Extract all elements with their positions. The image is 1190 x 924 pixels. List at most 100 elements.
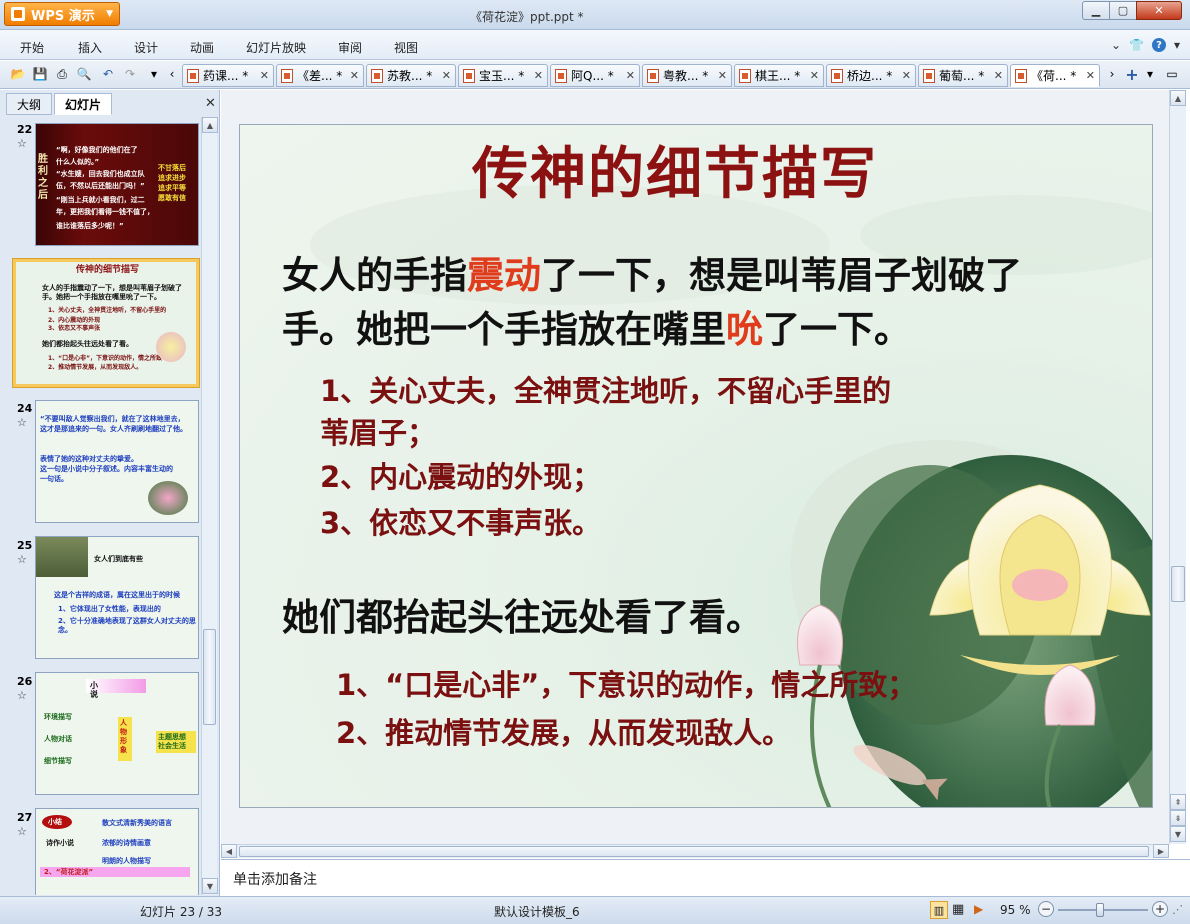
ppt-file-icon (923, 68, 935, 83)
chevron-down-icon[interactable]: ▾ (1142, 66, 1158, 82)
close-tab-icon[interactable]: ✕ (714, 69, 727, 82)
tab-doc-8[interactable]: 桥边... * ✕ (826, 64, 916, 87)
slide-thumbnail-27[interactable]: 小结 散文式清新秀美的语言 浓郁的诗情画意 明朗的人物描写 诗作小说 2、“荷花… (35, 808, 199, 895)
normal-view-icon[interactable]: ▥ (930, 901, 948, 919)
menu-view[interactable]: 视图 (394, 39, 418, 56)
list-item: 2、内心震动的外现； (320, 460, 602, 494)
scroll-up-icon[interactable]: ▲ (202, 117, 218, 133)
slide-thumbnail-25[interactable]: 女人们到底有些 这是个吉祥的成语，属在这里出于的时候 1、它体现出了女性能，表现… (35, 536, 199, 659)
list-item: 2、推动情节发展，从而发现敌人。 (336, 716, 792, 750)
slideshow-icon[interactable]: ▶ (974, 902, 983, 916)
tab-doc-3[interactable]: 苏教... * ✕ (366, 64, 456, 87)
panel-tabs: 大纲 幻灯片 (6, 93, 114, 115)
tab-outline[interactable]: 大纲 (6, 93, 53, 115)
toolbar-options-icon[interactable]: ▾ (146, 66, 162, 82)
ppt-file-icon (281, 68, 293, 83)
new-tab-icon[interactable]: + (1124, 65, 1140, 84)
menu-design[interactable]: 设计 (134, 39, 158, 56)
close-window-button[interactable]: ✕ (1136, 1, 1182, 20)
skin-icon[interactable]: 👕 (1129, 38, 1144, 52)
app-name: WPS 演示 (31, 8, 95, 24)
scroll-left-icon[interactable]: ◀ (221, 844, 237, 858)
menu-animation[interactable]: 动画 (190, 39, 214, 56)
print-preview-icon[interactable]: 🔍 (76, 66, 92, 82)
tab-doc-7[interactable]: 棋王... * ✕ (734, 64, 824, 87)
scroll-down-icon[interactable]: ▼ (202, 878, 218, 894)
menu-slideshow[interactable]: 幻灯片放映 (246, 39, 306, 56)
zoom-in-icon[interactable]: + (1152, 901, 1168, 917)
ppt-file-icon (555, 68, 567, 83)
zoom-level: 95 % (1000, 903, 1031, 917)
animation-star-icon: ☆ (17, 825, 27, 838)
wps-logo-icon (11, 7, 25, 21)
scroll-down-icon[interactable]: ⇟ (1170, 810, 1186, 826)
vertical-scrollbar[interactable]: ▲ ⇞ ⇟ ▼ (1169, 90, 1186, 844)
close-tab-icon[interactable]: ✕ (256, 69, 269, 82)
close-tab-icon[interactable]: ✕ (438, 69, 451, 82)
list-item: 苇眉子； (320, 416, 437, 450)
animation-star-icon: ☆ (17, 553, 27, 566)
scroll-right-icon[interactable]: ▶ (1153, 844, 1169, 858)
close-panel-icon[interactable]: ✕ (205, 96, 216, 111)
chevron-down-icon[interactable]: ⌄ (1111, 38, 1121, 52)
close-tab-icon[interactable]: ✕ (346, 69, 359, 82)
tab-scroll-left-icon[interactable]: ‹ (164, 66, 180, 82)
close-tab-icon[interactable]: ✕ (806, 69, 819, 82)
chevron-down-icon[interactable]: ▾ (1174, 38, 1180, 52)
close-tab-icon[interactable]: ✕ (1082, 69, 1095, 82)
thumb-number: 22 (17, 123, 33, 136)
slide-sorter-icon[interactable]: ▦ (952, 902, 964, 917)
scroll-up-icon[interactable]: ⇞ (1170, 794, 1186, 810)
close-tab-icon[interactable]: ✕ (898, 69, 911, 82)
slide-paragraph-2: 她们都抬起头往远处看了看。 (282, 596, 763, 639)
tab-list-icon[interactable]: ▭ (1164, 66, 1180, 82)
menu-right-icons: ⌄ 👕 ? ▾ (1111, 38, 1180, 52)
scroll-down-icon[interactable]: ▼ (1170, 826, 1186, 842)
paragraph-1-line-1: 女人的手指震动了一下，想是叫苇眉子划破了 (282, 254, 1022, 297)
tab-doc-2[interactable]: 《差... * ✕ (276, 64, 364, 87)
slide-thumbnail-22[interactable]: 胜利之后 “啊，好像我们的他们在了 什么人似的。” “水生嫂，回去我们也成立队 … (35, 123, 199, 246)
slide-thumbnail-26[interactable]: 小说 环境描写 人物对话 细节描写 人物形象 主题思想 社会生活 (35, 672, 199, 795)
open-folder-icon[interactable]: 📂 (10, 66, 26, 82)
menu-insert[interactable]: 插入 (78, 39, 102, 56)
print-icon[interactable]: ⎙ (54, 66, 70, 82)
tab-doc-5[interactable]: 阿Q... * ✕ (550, 64, 640, 87)
undo-icon[interactable]: ↶ (100, 66, 116, 82)
design-template-name: 默认设计模板_6 (494, 905, 580, 919)
notes-field[interactable]: 单击添加备注 (221, 859, 1190, 896)
tab-doc-4[interactable]: 宝玉... * ✕ (458, 64, 548, 87)
slide-thumbnail-24[interactable]: “不要叫敌人觉察出我们，就在了这林地里去， 这才是那追来的一句。女人齐刷刷地翻过… (35, 400, 199, 523)
tab-scroll-right-icon[interactable]: › (1104, 66, 1120, 82)
tab-slides[interactable]: 幻灯片 (54, 93, 113, 115)
menu-review[interactable]: 审阅 (338, 39, 362, 56)
toolbar: 📂 💾 ⎙ 🔍 ↶ ↷ ▾ ‹ 药课... * ✕ 《差... * ✕ 苏教... … (0, 61, 1190, 89)
minimize-button[interactable]: ▁ (1082, 1, 1110, 20)
close-tab-icon[interactable]: ✕ (622, 69, 635, 82)
close-tab-icon[interactable]: ✕ (990, 69, 1003, 82)
scroll-thumb[interactable] (1171, 566, 1185, 602)
scroll-up-icon[interactable]: ▲ (1170, 90, 1186, 106)
tab-doc-9[interactable]: 葡萄... * ✕ (918, 64, 1008, 87)
animation-star-icon: ☆ (17, 137, 27, 150)
scroll-thumb[interactable] (203, 629, 216, 725)
tab-doc-active[interactable]: 《荷... * ✕ (1010, 64, 1100, 87)
wps-app-menu-button[interactable]: WPS 演示 ▼ (4, 2, 120, 26)
maximize-button[interactable]: ▢ (1109, 1, 1137, 20)
redo-icon[interactable]: ↷ (122, 66, 138, 82)
zoom-slider-thumb[interactable] (1096, 903, 1104, 917)
tab-doc-1[interactable]: 药课... * ✕ (182, 64, 274, 87)
scroll-thumb[interactable] (239, 846, 1149, 857)
thumb-number: 27 (17, 811, 33, 824)
slide-thumbnail-23-selected[interactable]: 传神的细节描写 女人的手指震动了一下，想是叫苇眉子划破了 手。她把一个手指放在嘴… (12, 258, 200, 388)
help-icon[interactable]: ? (1151, 38, 1166, 52)
thumb-number: 26 (17, 675, 33, 688)
tab-doc-6[interactable]: 粤教... * ✕ (642, 64, 732, 87)
close-tab-icon[interactable]: ✕ (530, 69, 543, 82)
menu-home[interactable]: 开始 (20, 39, 44, 56)
ppt-file-icon (831, 68, 843, 83)
current-slide[interactable]: 传神的细节描写 女人的手指震动了一下，想是叫苇眉子划破了 手。她把一个手指放在嘴… (239, 124, 1153, 808)
zoom-out-icon[interactable]: − (1038, 901, 1054, 917)
thumbnail-scrollbar[interactable]: ▲ ▼ (201, 117, 218, 895)
horizontal-scrollbar[interactable]: ◀ ▶ (221, 844, 1169, 858)
save-icon[interactable]: 💾 (32, 66, 48, 82)
